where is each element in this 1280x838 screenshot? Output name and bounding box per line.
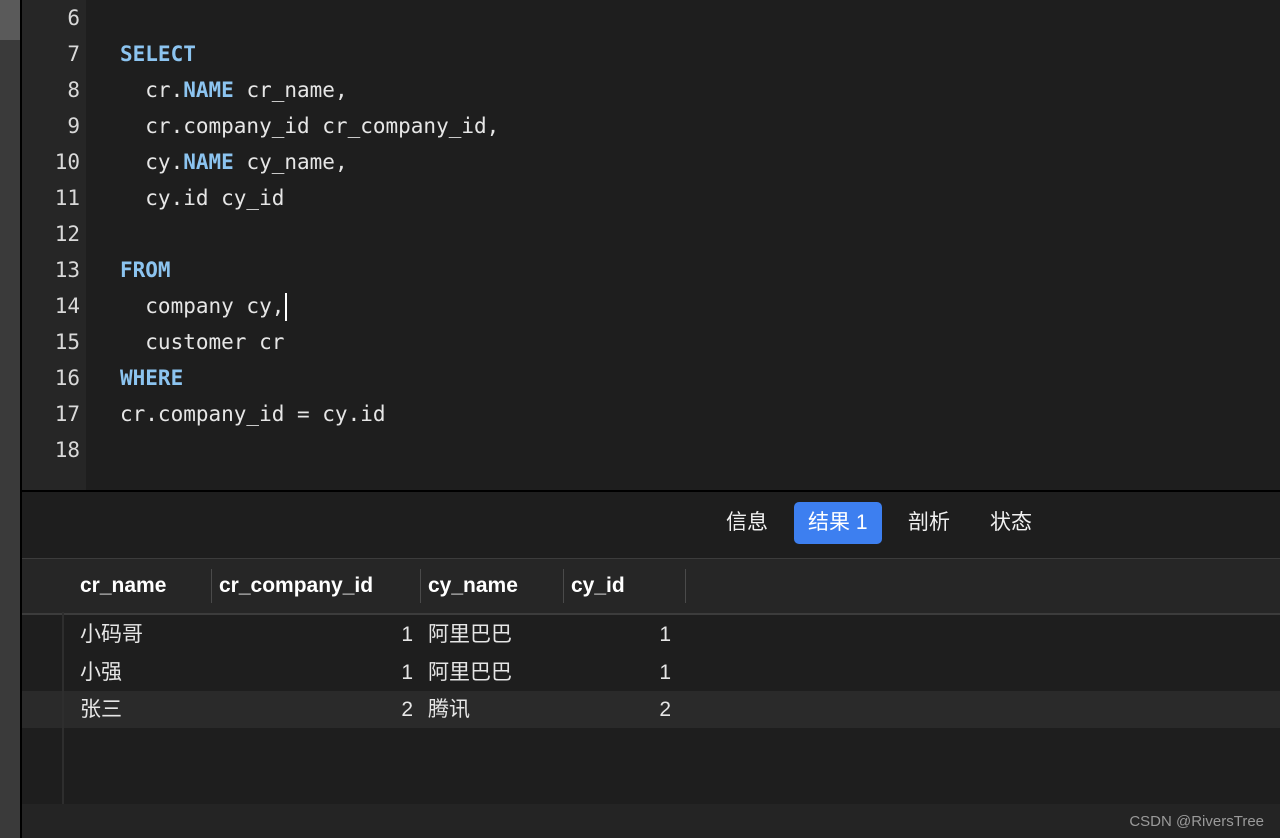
code-text[interactable]: WHERE <box>120 360 183 396</box>
code-token: cy.id cy_id <box>120 186 285 210</box>
line-number: 16 <box>54 366 80 390</box>
tab-info[interactable]: 信息 <box>712 502 782 544</box>
sql-editor[interactable]: 6 7 SELECT 8 cr.NAME cr_name, 9 cr.company_i… <box>22 0 1280 490</box>
result-grid[interactable]: cr_name cr_company_id cy_name cy_id 小码哥 … <box>22 558 1280 838</box>
column-header-cy-id[interactable]: cy_id <box>571 559 625 613</box>
cell-cr-company-id[interactable]: 2 <box>219 691 413 728</box>
column-header-cr-name[interactable]: cr_name <box>80 559 166 613</box>
line-number: 6 <box>67 6 80 30</box>
column-header-cr-company-id[interactable]: cr_company_id <box>219 559 373 613</box>
code-line[interactable]: 8 cr.NAME cr_name, <box>22 72 1280 108</box>
code-line[interactable]: 7 SELECT <box>22 36 1280 72</box>
line-number: 11 <box>54 186 80 210</box>
sql-keyword: SELECT <box>120 42 196 66</box>
code-token: cr.company_id = cy.id <box>120 402 386 426</box>
cell-cr-name[interactable]: 张三 <box>80 691 122 728</box>
code-token: customer cr <box>120 330 285 354</box>
cell-cy-id[interactable]: 1 <box>571 654 671 691</box>
code-text[interactable]: cy.id cy_id <box>120 180 284 216</box>
line-number: 15 <box>54 330 80 354</box>
result-tab-bar: 信息 结果 1 剖析 状态 <box>22 492 1280 558</box>
code-line[interactable]: 13 FROM <box>22 252 1280 288</box>
code-line[interactable]: 6 <box>22 0 1280 36</box>
code-line[interactable]: 17 cr.company_id = cy.id <box>22 396 1280 432</box>
code-token: cr.company_id cr_company_id, <box>120 114 500 138</box>
cell-cy-id[interactable]: 2 <box>571 691 671 728</box>
code-line[interactable]: 16 WHERE <box>22 360 1280 396</box>
line-number: 8 <box>67 78 80 102</box>
column-resize-handle[interactable] <box>685 569 686 603</box>
code-token: cr_name, <box>233 78 348 102</box>
code-token: cr. <box>120 78 184 102</box>
table-row[interactable]: 小强 1 阿里巴巴 1 <box>22 654 1280 691</box>
cell-cy-id[interactable]: 1 <box>571 616 671 653</box>
sql-keyword: WHERE <box>120 366 184 390</box>
code-line[interactable]: 18 <box>22 432 1280 468</box>
line-number: 17 <box>54 402 80 426</box>
table-row[interactable]: 小码哥 1 阿里巴巴 1 <box>22 616 1280 653</box>
grid-header: cr_name cr_company_id cy_name cy_id <box>22 558 1280 615</box>
code-text[interactable]: FROM <box>120 252 171 288</box>
code-text[interactable]: SELECT <box>120 36 196 72</box>
code-line[interactable]: 10 cy.NAME cy_name, <box>22 144 1280 180</box>
grid-footer <box>22 804 1280 838</box>
code-line[interactable]: 14 company cy, <box>22 288 1280 324</box>
code-text[interactable]: customer cr <box>120 324 284 360</box>
left-scrollbar[interactable] <box>0 0 20 838</box>
cell-cy-name[interactable]: 阿里巴巴 <box>428 616 512 653</box>
line-number: 14 <box>54 294 80 318</box>
sql-keyword: FROM <box>120 258 171 282</box>
line-number: 10 <box>54 150 80 174</box>
watermark: CSDN @RiversTree <box>1129 813 1264 830</box>
code-line[interactable]: 12 <box>22 216 1280 252</box>
tab-profile[interactable]: 剖析 <box>894 502 964 544</box>
cell-cr-company-id[interactable]: 1 <box>219 616 413 653</box>
column-header-cy-name[interactable]: cy_name <box>428 559 518 613</box>
sql-keyword: NAME <box>183 150 234 174</box>
code-text[interactable]: cy.NAME cy_name, <box>120 144 348 180</box>
code-text[interactable]: cr.NAME cr_name, <box>120 72 348 108</box>
code-line[interactable]: 9 cr.company_id cr_company_id, <box>22 108 1280 144</box>
code-text[interactable]: cr.company_id cr_company_id, <box>120 108 499 144</box>
code-text[interactable]: company cy, <box>120 288 288 324</box>
code-token: cy. <box>120 150 184 174</box>
code-token: cy_name, <box>233 150 348 174</box>
cell-cr-name[interactable]: 小强 <box>80 654 122 691</box>
cell-cr-name[interactable]: 小码哥 <box>80 616 143 653</box>
code-text[interactable]: cr.company_id = cy.id <box>120 396 386 432</box>
table-row[interactable]: 张三 2 腾讯 2 <box>22 691 1280 728</box>
cell-cr-company-id[interactable]: 1 <box>219 654 413 691</box>
code-token: company cy, <box>120 294 285 318</box>
line-number: 7 <box>67 42 80 66</box>
line-number: 12 <box>54 222 80 246</box>
code-line[interactable]: 11 cy.id cy_id <box>22 180 1280 216</box>
scrollbar-thumb[interactable] <box>0 0 20 40</box>
line-number: 9 <box>67 114 80 138</box>
text-cursor <box>285 293 288 321</box>
column-resize-handle[interactable] <box>563 569 564 603</box>
column-resize-handle[interactable] <box>420 569 421 603</box>
cell-cy-name[interactable]: 阿里巴巴 <box>428 654 512 691</box>
line-number: 18 <box>54 438 80 462</box>
sql-keyword: NAME <box>183 78 234 102</box>
cell-cy-name[interactable]: 腾讯 <box>428 691 470 728</box>
tab-result-1[interactable]: 结果 1 <box>794 502 882 544</box>
column-resize-handle[interactable] <box>211 569 212 603</box>
tab-status[interactable]: 状态 <box>976 502 1046 544</box>
code-line[interactable]: 15 customer cr <box>22 324 1280 360</box>
line-number: 13 <box>54 258 80 282</box>
